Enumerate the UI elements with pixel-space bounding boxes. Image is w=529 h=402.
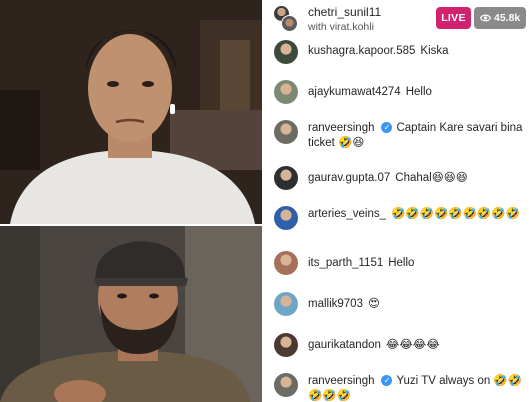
commenter-username[interactable]: ranveersingh bbox=[308, 122, 374, 134]
commenter-avatar[interactable] bbox=[274, 166, 298, 190]
commenter-avatar[interactable] bbox=[274, 206, 298, 230]
commenter-username[interactable]: kushagra.kapoor.585 bbox=[308, 45, 415, 57]
host-guest-avatars[interactable] bbox=[273, 5, 299, 33]
video-area bbox=[0, 0, 262, 402]
commenter-avatar[interactable] bbox=[274, 292, 298, 316]
comment-text: 😍 bbox=[367, 298, 380, 310]
commenter-username[interactable]: gaurav.gupta.07 bbox=[308, 172, 390, 184]
comments-list[interactable]: kushagra.kapoor.585 Kiska ajaykumawat4274… bbox=[262, 38, 529, 402]
commenter-avatar[interactable] bbox=[274, 40, 298, 64]
commenter-avatar[interactable] bbox=[274, 120, 298, 144]
commenter-avatar[interactable] bbox=[274, 80, 298, 104]
verified-badge-icon: ✓ bbox=[381, 122, 393, 133]
commenter-username[interactable]: mallik9703 bbox=[308, 298, 363, 310]
commenter-username[interactable]: gaurikatandon bbox=[308, 339, 381, 351]
comment-text: Hello bbox=[388, 257, 415, 269]
guest-video-frame bbox=[0, 226, 262, 402]
comment-text: Chahal😆😆😆 bbox=[395, 172, 468, 184]
comment-text: Hello bbox=[405, 86, 432, 98]
commenter-avatar[interactable] bbox=[274, 373, 298, 397]
eye-icon bbox=[480, 14, 491, 22]
commenter-username[interactable]: ajaykumawat4274 bbox=[308, 86, 401, 98]
verified-badge-icon: ✓ bbox=[381, 375, 393, 386]
live-badge: LIVE bbox=[436, 7, 471, 29]
comment-text: 🤣🤣🤣🤣🤣🤣🤣🤣🤣 bbox=[390, 208, 520, 220]
commenter-username[interactable]: its_parth_1151 bbox=[308, 257, 383, 269]
host-username[interactable]: chetri_sunil11 bbox=[308, 5, 381, 19]
commenter-username[interactable]: ranveersingh bbox=[308, 375, 374, 387]
commenter-avatar[interactable] bbox=[274, 333, 298, 357]
live-header: chetri_sunil11 with virat.kohli LIVE 45.… bbox=[262, 0, 529, 38]
comment-text: 😂😂😂😂 bbox=[385, 339, 440, 351]
commenter-username[interactable]: arteries_veins_ bbox=[308, 208, 386, 220]
comment-text: Kiska bbox=[420, 45, 449, 57]
viewer-count: 45.8k bbox=[494, 12, 521, 24]
commenter-avatar[interactable] bbox=[274, 251, 298, 275]
host-video-frame bbox=[0, 0, 262, 224]
host-video bbox=[0, 0, 262, 224]
guest-video bbox=[0, 226, 262, 402]
guest-avatar bbox=[281, 15, 298, 32]
guest-label[interactable]: with virat.kohli bbox=[308, 21, 374, 33]
viewer-count-badge[interactable]: 45.8k bbox=[474, 7, 526, 29]
